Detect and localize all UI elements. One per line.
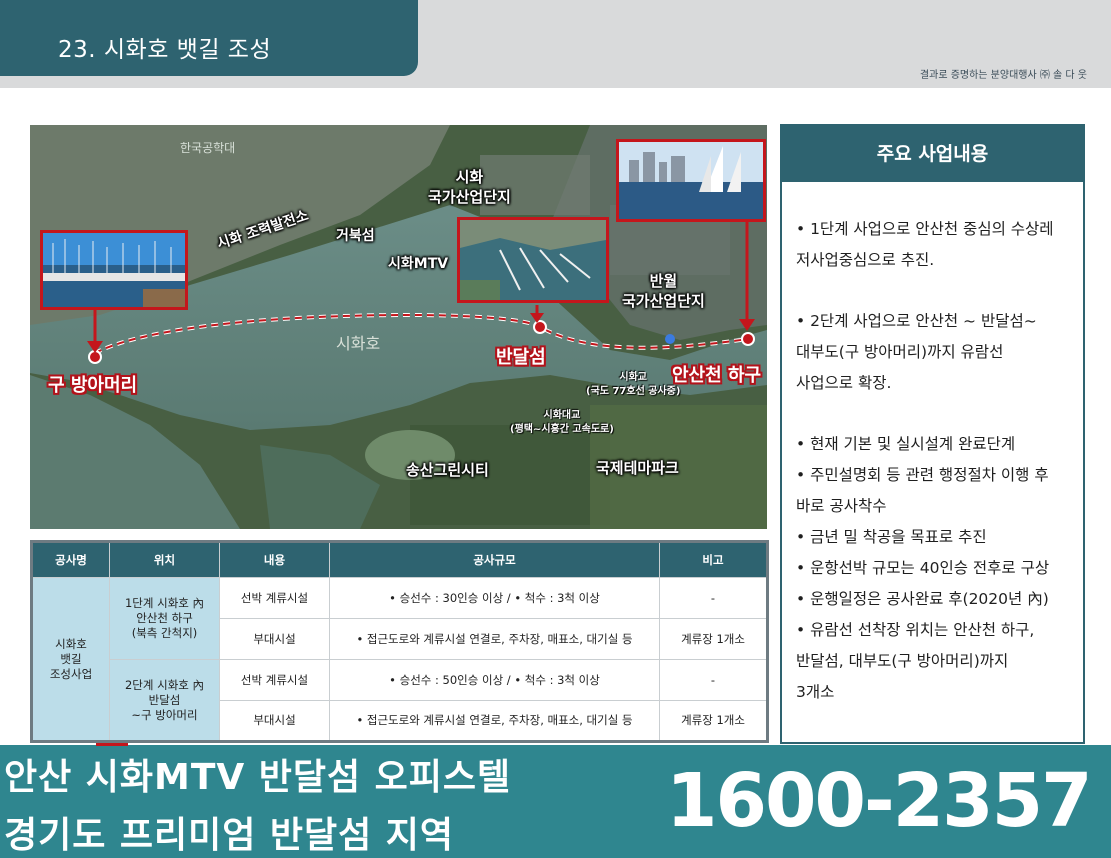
panel-item: • 운항선박 규모는 40인승 전후로 구상 <box>796 559 1050 577</box>
table-header-cell: 내용 <box>219 541 330 578</box>
panel-item: • 운행일정은 공사완료 후(2020년 內) <box>796 590 1049 608</box>
note-cell: 계류장 1개소 <box>659 618 768 660</box>
key-business-panel: 주요 사업내용 • 1단계 사업으로 안산천 중심의 수상레 저사업중심으로 추… <box>780 124 1085 744</box>
construction-table: 공사명 위치 내용 공사규모 비고 시화호 뱃길 조성사업 1단계 시화호 內 … <box>30 540 769 743</box>
pin-ansancheon-marker <box>741 332 755 346</box>
note-cell: 계류장 1개소 <box>659 700 768 742</box>
table-header-cell: 공사규모 <box>329 541 660 578</box>
panel-item: • 2단계 사업으로 안산천 ~ 반달섬~ 대부도(구 방아머리)까지 유람선 … <box>796 312 1037 392</box>
pin-bandalseom-marker <box>533 320 547 334</box>
map-label-theme-park: 국제테마파크 <box>596 459 679 477</box>
banner-subline: 경기도 프리미엄 반달섬 지역 <box>4 815 455 856</box>
scale-cell: • 접근도로와 계류시설 연결로, 주차장, 매표소, 대기실 등 <box>329 700 660 742</box>
panel-heading: 주요 사업내용 <box>782 126 1083 182</box>
map-label-banwol-industrial: 반월 국가산업단지 <box>622 272 705 310</box>
banner-headline: 안산 시화MTV 반달섬 오피스텔 <box>4 757 512 798</box>
sihwa-lake-map: 한국공학대 시화 조력발전소 거북섬 시화MTV 시화 국가산업단지 반월 국가… <box>30 125 767 529</box>
map-label-top: 한국공학대 <box>180 141 236 155</box>
table-header-row: 공사명 위치 내용 공사규모 비고 <box>31 541 768 578</box>
map-label-sihwadaegyo: 시화대교 (평택~시흥간 고속도로) <box>510 410 614 435</box>
marina-photo-bangameori <box>40 230 188 310</box>
map-label-bandalseom: 반달섬 <box>496 347 546 368</box>
panel-item: • 유람선 선착장 위치는 안산천 하구, 반달섬, 대부도(구 방아머리)까지… <box>796 621 1035 701</box>
table-header-cell: 위치 <box>109 541 220 578</box>
scale-cell: • 승선수 : 30인승 이상 / • 척수 : 3척 이상 <box>329 577 660 619</box>
map-label-geobukseom: 거북섬 <box>336 228 375 244</box>
map-label-sihwaho: 시화호 <box>336 334 381 353</box>
banner-accent <box>96 743 128 746</box>
location-cell: 1단계 시화호 內 안산천 하구 (북측 간척지) <box>109 577 220 660</box>
table-row: 2단계 시화호 內 반달섬 ~구 방아머리 선박 계류시설 • 승선수 : 50… <box>32 659 768 742</box>
content-cell: 부대시설 <box>219 618 330 660</box>
content-cell: 선박 계류시설 <box>219 659 330 701</box>
page-title: 23. 시화호 뱃길 조성 <box>58 37 272 63</box>
table-header-cell: 비고 <box>659 541 768 578</box>
note-cell: - <box>659 659 768 701</box>
map-label-sihwa-mtv: 시화MTV <box>388 256 449 272</box>
panel-item: • 1단계 사업으로 안산천 중심의 수상레 저사업중심으로 추진. <box>796 220 1054 269</box>
marina-photo-ansancheon <box>616 139 766 222</box>
panel-body: • 1단계 사업으로 안산천 중심의 수상레 저사업중심으로 추진. • 2단계… <box>782 182 1083 708</box>
panel-item: • 금년 밀 착공을 목표로 추진 <box>796 528 987 546</box>
content-cell: 선박 계류시설 <box>219 577 330 619</box>
content-cell: 부대시설 <box>219 700 330 742</box>
map-label-sihwa-industrial: 시화 국가산업단지 <box>428 168 511 206</box>
map-label-sihwagyo: 시화교 (국도 77호선 공사중) <box>586 372 681 397</box>
map-label-gu-bangameori: 구 방아머리 <box>48 375 138 396</box>
note-cell: - <box>659 577 768 619</box>
map-label-ansancheon: 안산천 하구 <box>672 365 762 386</box>
project-name-cell: 시화호 뱃길 조성사업 <box>31 577 110 742</box>
company-tagline: 결과로 증명하는 분양대행사 ㈜ 솔 다 웃 <box>919 70 1087 81</box>
marina-photo-bandalseom <box>457 217 609 303</box>
table-row: 시화호 뱃길 조성사업 1단계 시화호 內 안산천 하구 (북측 간척지) 선박… <box>31 577 768 742</box>
map-label-songsan: 송산그린시티 <box>406 461 489 479</box>
location-cell: 2단계 시화호 內 반달섬 ~구 방아머리 <box>109 659 220 742</box>
panel-item: • 현재 기본 및 실시설계 완료단계 <box>796 435 1016 453</box>
phone-number[interactable]: 1600-2357 <box>666 758 1093 844</box>
panel-item: • 주민설명회 등 관련 행정절차 이행 후 바로 공사착수 <box>796 466 1049 515</box>
scale-cell: • 승선수 : 50인승 이상 / • 척수 : 3척 이상 <box>329 659 660 701</box>
table-header-cell: 공사명 <box>31 541 110 578</box>
scale-cell: • 접근도로와 계류시설 연결로, 주차장, 매표소, 대기실 등 <box>329 618 660 660</box>
